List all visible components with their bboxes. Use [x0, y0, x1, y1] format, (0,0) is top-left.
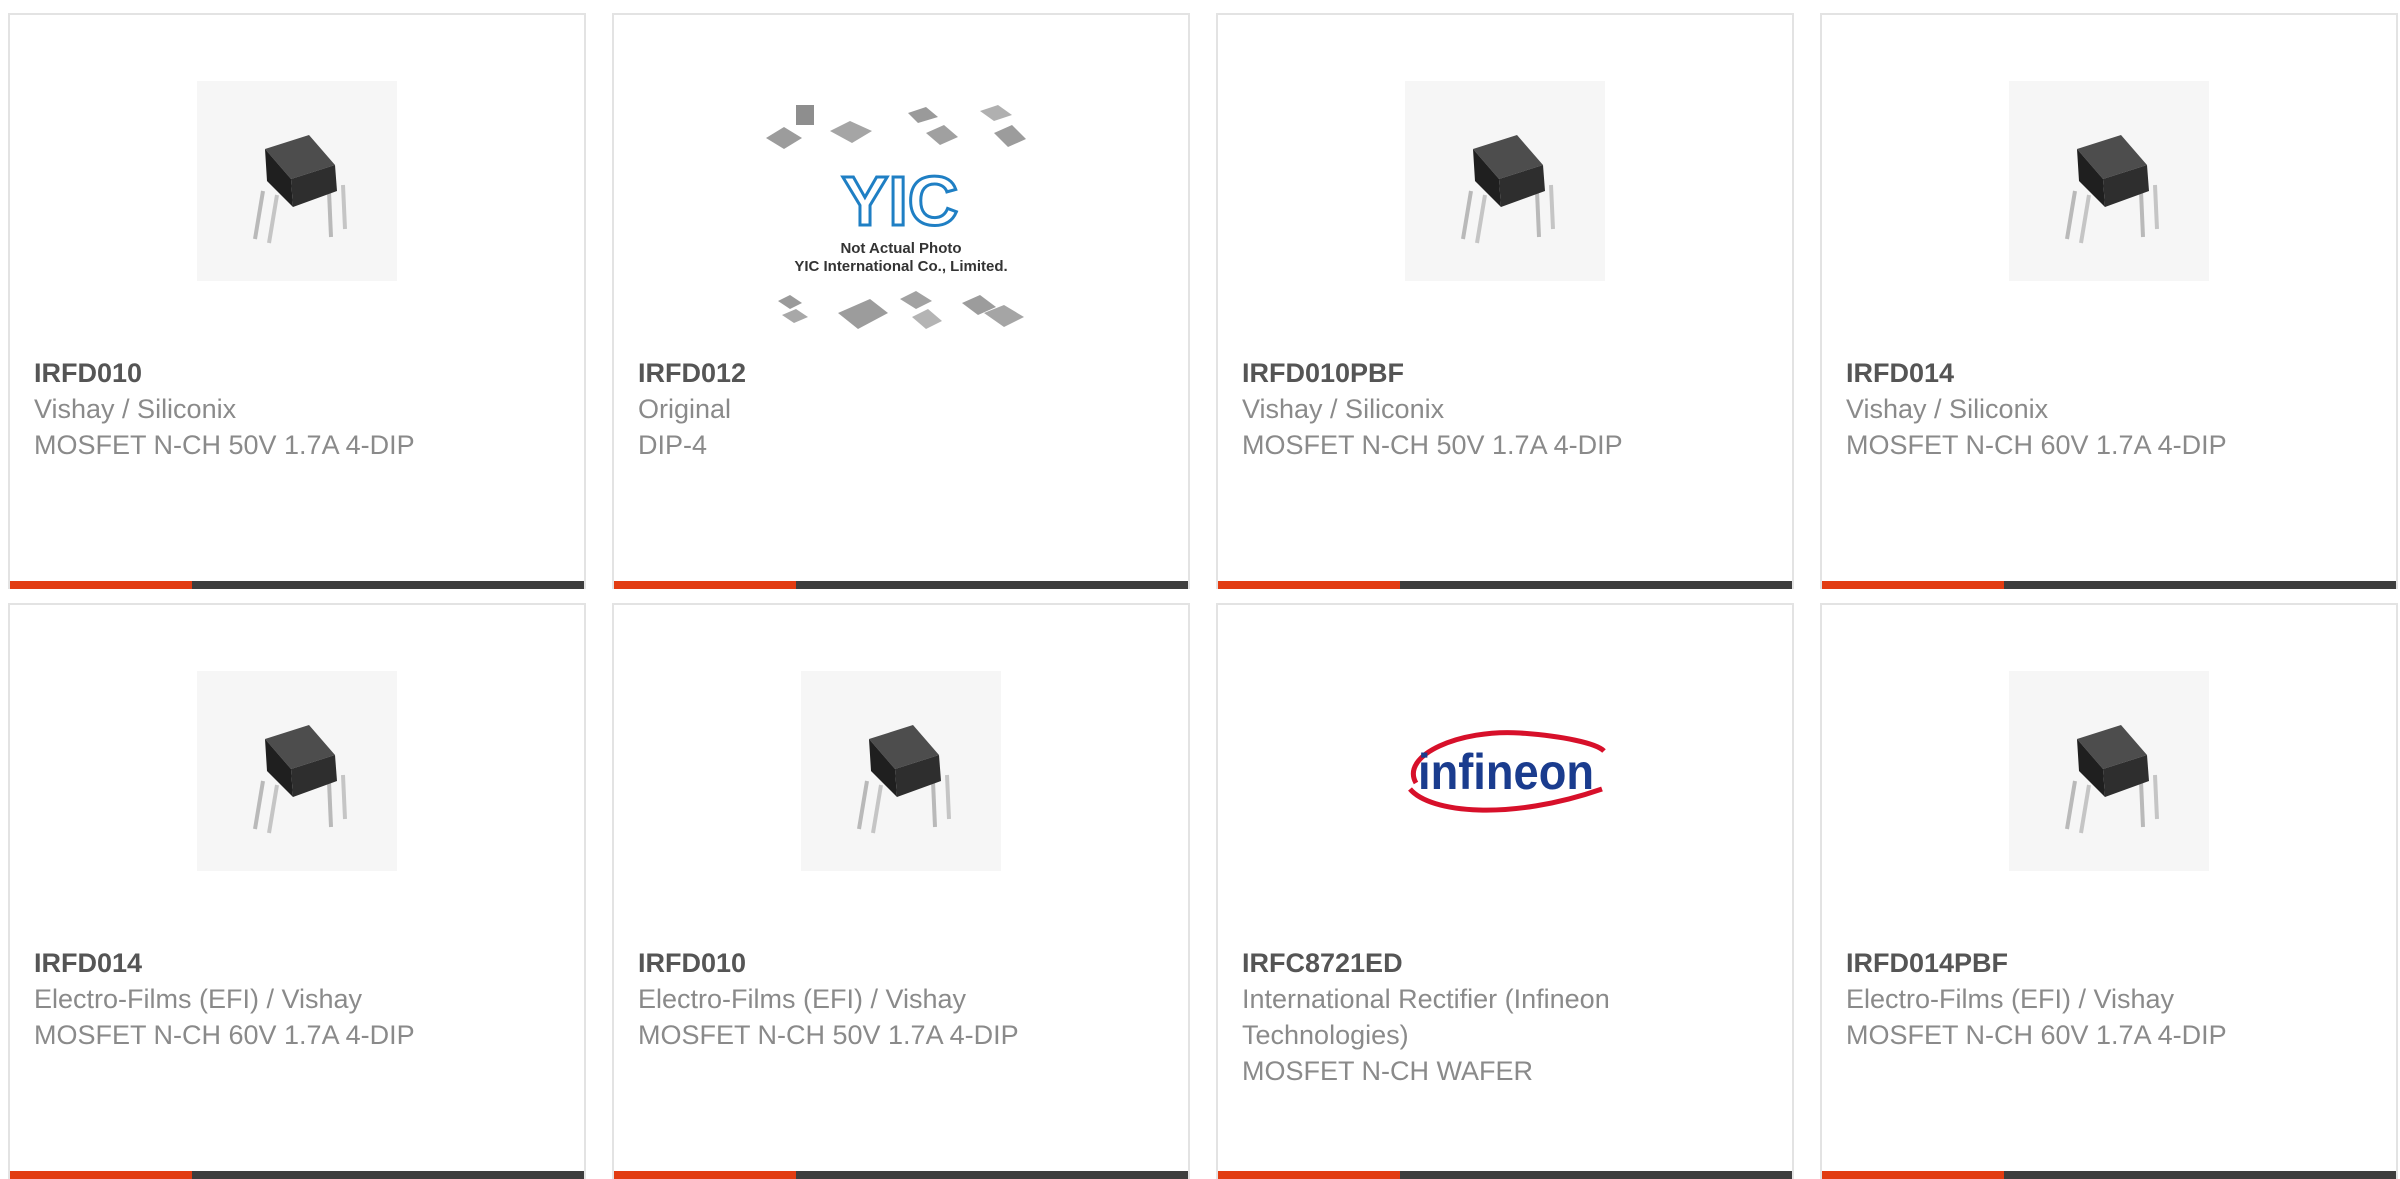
description: MOSFET N-CH 60V 1.7A 4-DIP — [1846, 430, 2227, 460]
product-image-dip-chip[interactable] — [197, 671, 397, 871]
not-actual-photo-text: Not Actual Photo — [840, 240, 961, 257]
description: MOSFET N-CH 60V 1.7A 4-DIP — [1846, 1020, 2227, 1050]
card-bottom-bar — [10, 1171, 584, 1179]
card-bottom-bar — [614, 581, 1188, 589]
product-card[interactable]: infineon IRFC8721ED International Rectif… — [1216, 603, 1794, 1179]
card-bottom-bar — [1218, 1171, 1792, 1179]
product-info: IRFD010PBF Vishay / Siliconix MOSFET N-C… — [1242, 355, 1768, 463]
product-info: IRFD014 Vishay / Siliconix MOSFET N-CH 6… — [1846, 355, 2372, 463]
product-info: IRFC8721ED International Rectifier (Infi… — [1242, 945, 1768, 1089]
product-image-infineon-logo[interactable]: infineon — [1390, 671, 1620, 871]
card-bottom-bar — [10, 581, 584, 589]
manufacturer: Electro-Films (EFI) / Vishay — [1846, 984, 2175, 1014]
manufacturer: Electro-Films (EFI) / Vishay — [34, 984, 363, 1014]
product-image-dip-chip[interactable] — [197, 81, 397, 281]
manufacturer: Vishay / Siliconix — [34, 394, 237, 424]
card-accent-bar — [614, 1171, 796, 1179]
product-image-yic-placeholder[interactable]: YIC Not Actual Photo YIC International C… — [766, 103, 1036, 358]
product-card[interactable]: IRFD010 Electro-Films (EFI) / Vishay MOS… — [612, 603, 1190, 1179]
card-bottom-bar — [614, 1171, 1188, 1179]
yic-placeholder-image: YIC Not Actual Photo YIC International C… — [766, 105, 1026, 329]
part-number-link[interactable]: IRFD014 — [34, 945, 560, 981]
description: MOSFET N-CH 50V 1.7A 4-DIP — [638, 1020, 1019, 1050]
product-card[interactable]: IRFD010PBF Vishay / Siliconix MOSFET N-C… — [1216, 13, 1794, 589]
card-bottom-bar — [1218, 581, 1792, 589]
part-number-link[interactable]: IRFD014PBF — [1846, 945, 2372, 981]
dip-chip-icon — [253, 725, 347, 834]
product-card[interactable]: YIC Not Actual Photo YIC International C… — [612, 13, 1190, 589]
description: MOSFET N-CH 60V 1.7A 4-DIP — [34, 1020, 415, 1050]
product-card[interactable]: IRFD014PBF Electro-Films (EFI) / Vishay … — [1820, 603, 2398, 1179]
yic-logo-text: YIC — [842, 162, 959, 240]
product-image-dip-chip[interactable] — [801, 671, 1001, 871]
manufacturer: International Rectifier (Infineon Techno… — [1242, 984, 1610, 1050]
product-info: IRFD010 Vishay / Siliconix MOSFET N-CH 5… — [34, 355, 560, 463]
manufacturer: Vishay / Siliconix — [1846, 394, 2049, 424]
infineon-logo: infineon — [1408, 730, 1606, 813]
manufacturer: Electro-Films (EFI) / Vishay — [638, 984, 967, 1014]
product-info: IRFD014 Electro-Films (EFI) / Vishay MOS… — [34, 945, 560, 1053]
part-number-link[interactable]: IRFD010 — [34, 355, 560, 391]
part-number-link[interactable]: IRFC8721ED — [1242, 945, 1768, 981]
yic-company-text: YIC International Co., Limited. — [794, 258, 1007, 275]
part-number-link[interactable]: IRFD012 — [638, 355, 1164, 391]
dip-chip-icon — [1461, 135, 1555, 244]
description: MOSFET N-CH 50V 1.7A 4-DIP — [34, 430, 415, 460]
product-card[interactable]: IRFD010 Vishay / Siliconix MOSFET N-CH 5… — [8, 13, 586, 589]
description: MOSFET N-CH 50V 1.7A 4-DIP — [1242, 430, 1623, 460]
manufacturer: Original — [638, 394, 732, 424]
card-accent-bar — [1822, 581, 2004, 589]
product-info: IRFD014PBF Electro-Films (EFI) / Vishay … — [1846, 945, 2372, 1053]
dip-chip-icon — [253, 135, 347, 244]
card-accent-bar — [10, 581, 192, 589]
dip-chip-icon — [2065, 725, 2159, 834]
product-image-dip-chip[interactable] — [2009, 671, 2209, 871]
card-bottom-bar — [1822, 1171, 2396, 1179]
dip-chip-icon — [2065, 135, 2159, 244]
product-image-dip-chip[interactable] — [2009, 81, 2209, 281]
part-number-link[interactable]: IRFD010 — [638, 945, 1164, 981]
card-accent-bar — [10, 1171, 192, 1179]
part-number-link[interactable]: IRFD014 — [1846, 355, 2372, 391]
product-image-dip-chip[interactable] — [1405, 81, 1605, 281]
description: MOSFET N-CH WAFER — [1242, 1056, 1533, 1086]
infineon-logo-text: infineon — [1418, 744, 1594, 800]
card-bottom-bar — [1822, 581, 2396, 589]
card-accent-bar — [1218, 581, 1400, 589]
dip-chip-icon — [857, 725, 951, 834]
manufacturer: Vishay / Siliconix — [1242, 394, 1445, 424]
part-number-link[interactable]: IRFD010PBF — [1242, 355, 1768, 391]
product-info: IRFD012 Original DIP-4 — [638, 355, 1164, 463]
card-accent-bar — [1822, 1171, 2004, 1179]
card-accent-bar — [614, 581, 796, 589]
product-card[interactable]: IRFD014 Electro-Films (EFI) / Vishay MOS… — [8, 603, 586, 1179]
description: DIP-4 — [638, 430, 708, 460]
card-accent-bar — [1218, 1171, 1400, 1179]
product-info: IRFD010 Electro-Films (EFI) / Vishay MOS… — [638, 945, 1164, 1053]
product-grid: IRFD010 Vishay / Siliconix MOSFET N-CH 5… — [8, 13, 2398, 1179]
product-card[interactable]: IRFD014 Vishay / Siliconix MOSFET N-CH 6… — [1820, 13, 2398, 589]
